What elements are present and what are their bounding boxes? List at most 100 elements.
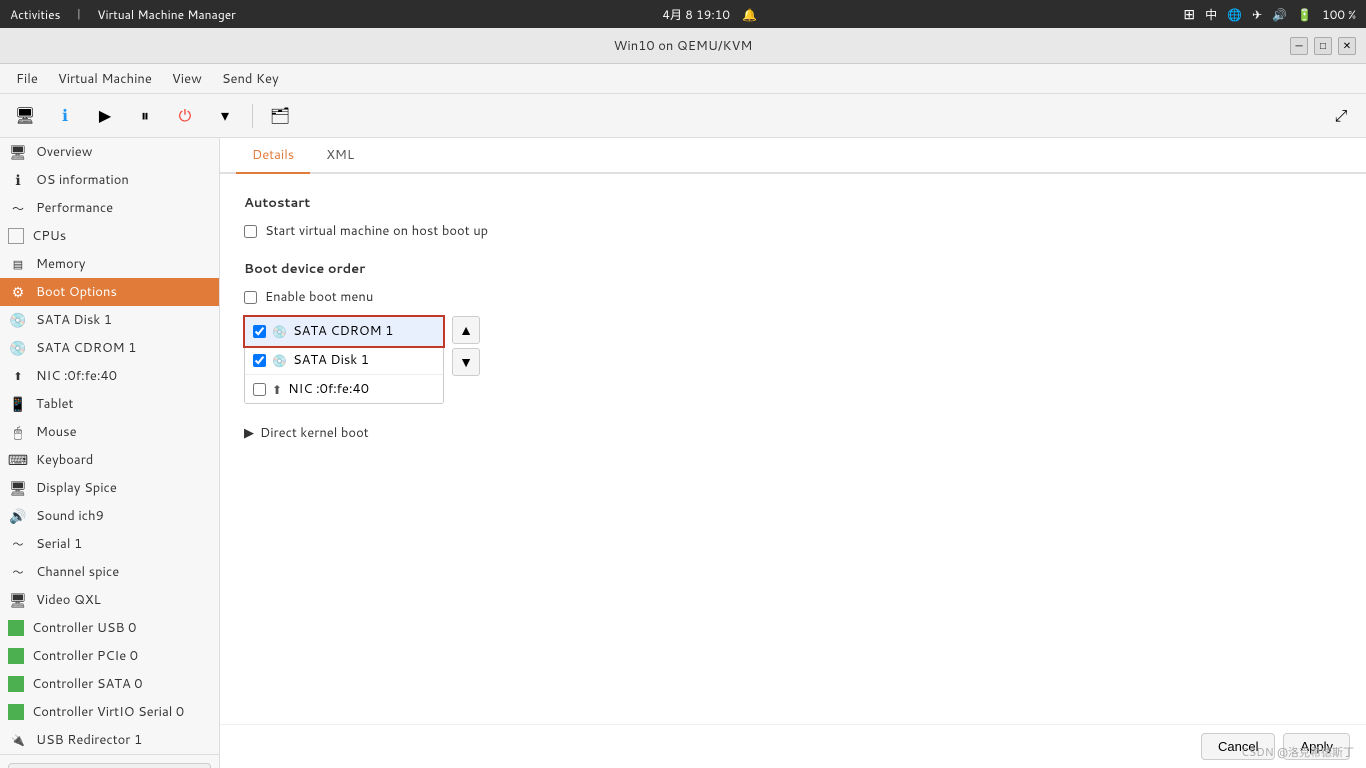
activities-label[interactable]: Activities [10,6,61,23]
minimize-button[interactable]: ─ [1290,37,1308,55]
sidebar-label-nic: NIC :0f:fe:40 [36,367,117,385]
usb-redirector-icon: 🔌 [8,730,28,750]
battery-icon: 🔋 [1297,6,1312,23]
sidebar-item-sata-disk-1[interactable]: 💿 SATA Disk 1 [0,306,219,334]
sidebar-item-keyboard[interactable]: ⌨ Keyboard [0,446,219,474]
sidebar-label-display-spice: Display Spice [36,479,117,497]
controller-virtio-icon [8,704,24,720]
disk-device-icon: 💿 [272,352,287,369]
sidebar-label-channel-spice: Channel spice [36,563,119,581]
video-icon: 🖥 [8,590,28,610]
autostart-checkbox[interactable] [244,225,257,238]
sidebar-item-performance[interactable]: 〜 Performance [0,194,219,222]
content-area: Details XML Autostart Start virtual mach… [220,138,1366,768]
sidebar-label-controller-virtio: Controller VirtIO Serial 0 [32,703,184,721]
sidebar-label-memory: Memory [36,255,85,273]
sidebar-item-sata-cdrom-1[interactable]: 💿 SATA CDROM 1 [0,334,219,362]
tab-details[interactable]: Details [236,138,310,174]
performance-icon: 〜 [8,198,28,218]
boot-device-checkbox-sata-cdrom-1[interactable] [253,325,266,338]
controller-sata-icon [8,676,24,692]
bell-icon: 🔔 [742,6,757,23]
sidebar-item-controller-usb-0[interactable]: Controller USB 0 [0,614,219,642]
boot-device-label-sata-cdrom-1: SATA CDROM 1 [293,322,393,340]
sidebar-item-video-qxl[interactable]: 🖥 Video QXL [0,586,219,614]
move-down-button[interactable]: ▼ [452,348,480,376]
sidebar-label-performance: Performance [36,199,113,217]
autostart-title: Autostart [244,194,1342,212]
sidebar-item-overview[interactable]: 🖥 Overview [0,138,219,166]
menu-send-key[interactable]: Send Key [214,67,287,91]
network-icon: 🌐 [1227,6,1242,23]
sidebar-label-sata-cdrom-1: SATA CDROM 1 [36,339,136,357]
direct-kernel-boot-row[interactable]: ▶ Direct kernel boot [244,424,1342,442]
autostart-label: Start virtual machine on host boot up [265,222,488,240]
serial-icon: 〜 [8,534,28,554]
action-bar: Cancel Apply [220,724,1366,768]
monitor-button[interactable]: 🖥 [8,99,42,133]
volume-icon: 🔊 [1272,6,1287,23]
sidebar-item-cpus[interactable]: CPUs [0,222,219,250]
close-button[interactable]: ✕ [1338,37,1356,55]
tab-bar: Details XML [220,138,1366,174]
keyboard-icon: ⌨ [8,450,28,470]
sidebar-item-usb-redirector-1[interactable]: 🔌 USB Redirector 1 [0,726,219,754]
datetime-label: 4月 8 19:10 [662,6,730,23]
controller-pcie-icon [8,648,24,664]
main-content: 🖥 Overview ℹ OS information 〜 Performanc… [0,138,1366,768]
sidebar-label-usb-redirector-1: USB Redirector 1 [36,731,142,749]
nic-icon: ⬆ [8,366,28,386]
watermark: CSDN @洛克希德斯丁 [1241,744,1354,760]
boot-device-item-nic[interactable]: ⬆ NIC :0f:fe:40 [245,375,443,403]
channel-icon: 〜 [8,562,28,582]
sidebar-item-mouse[interactable]: 🖱 Mouse [0,418,219,446]
sidebar-item-controller-sata-0[interactable]: Controller SATA 0 [0,670,219,698]
dropdown-button[interactable]: ▾ [208,99,242,133]
sidebar-label-sound-ich9: Sound ich9 [36,507,104,525]
info-button[interactable]: ℹ [48,99,82,133]
run-button[interactable]: ▶ [88,99,122,133]
boot-device-checkbox-nic[interactable] [253,383,266,396]
sidebar-item-tablet[interactable]: 📱 Tablet [0,390,219,418]
sidebar-item-channel-spice[interactable]: 〜 Channel spice [0,558,219,586]
tab-xml[interactable]: XML [310,138,370,174]
maximize-button[interactable]: □ [1314,37,1332,55]
direct-kernel-boot-label: Direct kernel boot [260,424,369,442]
sidebar-item-display-spice[interactable]: 🖥 Display Spice [0,474,219,502]
menu-view[interactable]: View [164,67,210,91]
sidebar-label-boot-options: Boot Options [36,283,117,301]
content-panel: Autostart Start virtual machine on host … [220,174,1366,724]
chevron-right-icon: ▶ [244,424,254,442]
menu-virtual-machine[interactable]: Virtual Machine [50,67,160,91]
sidebar-item-memory[interactable]: ▤ Memory [0,250,219,278]
sidebar-item-boot-options[interactable]: ⚙ Boot Options [0,278,219,306]
system-bar: Activities | Virtual Machine Manager 4月 … [0,0,1366,28]
memory-icon: ▤ [8,254,28,274]
sidebar-label-video-qxl: Video QXL [36,591,101,609]
sidebar-item-serial-1[interactable]: 〜 Serial 1 [0,530,219,558]
boot-device-item-sata-disk-1[interactable]: 💿 SATA Disk 1 [245,346,443,375]
power-button[interactable]: ⏻ [168,99,202,133]
enable-boot-menu-checkbox[interactable] [244,291,257,304]
sidebar-item-nic[interactable]: ⬆ NIC :0f:fe:40 [0,362,219,390]
sidebar-label-tablet: Tablet [36,395,73,413]
sidebar-item-controller-virtio-serial-0[interactable]: Controller VirtIO Serial 0 [0,698,219,726]
pause-button[interactable]: ⏸ [128,99,162,133]
toolbar: 🖥 ℹ ▶ ⏸ ⏻ ▾ 🗂 ⤢ [0,94,1366,138]
boot-device-item-sata-cdrom-1[interactable]: 💿 SATA CDROM 1 [245,317,443,346]
controller-usb-icon [8,620,24,636]
expand-button[interactable]: ⤢ [1324,99,1358,133]
autostart-section: Autostart Start virtual machine on host … [244,194,1342,240]
boot-device-checkbox-sata-disk-1[interactable] [253,354,266,367]
sidebar-item-sound-ich9[interactable]: 🔊 Sound ich9 [0,502,219,530]
move-up-button[interactable]: ▲ [452,316,480,344]
snapshot-button[interactable]: 🗂 [263,99,297,133]
nic-device-icon: ⬆ [272,381,282,398]
up-down-buttons: ▲ ▼ [452,316,480,376]
sidebar-item-os-information[interactable]: ℹ OS information [0,166,219,194]
boot-options-icon: ⚙ [8,282,28,302]
sidebar-item-controller-pcie-0[interactable]: Controller PCIe 0 [0,642,219,670]
sidebar-label-overview: Overview [36,143,92,161]
menu-file[interactable]: File [8,67,46,91]
add-hardware-button[interactable]: Add Hardware [8,763,211,768]
